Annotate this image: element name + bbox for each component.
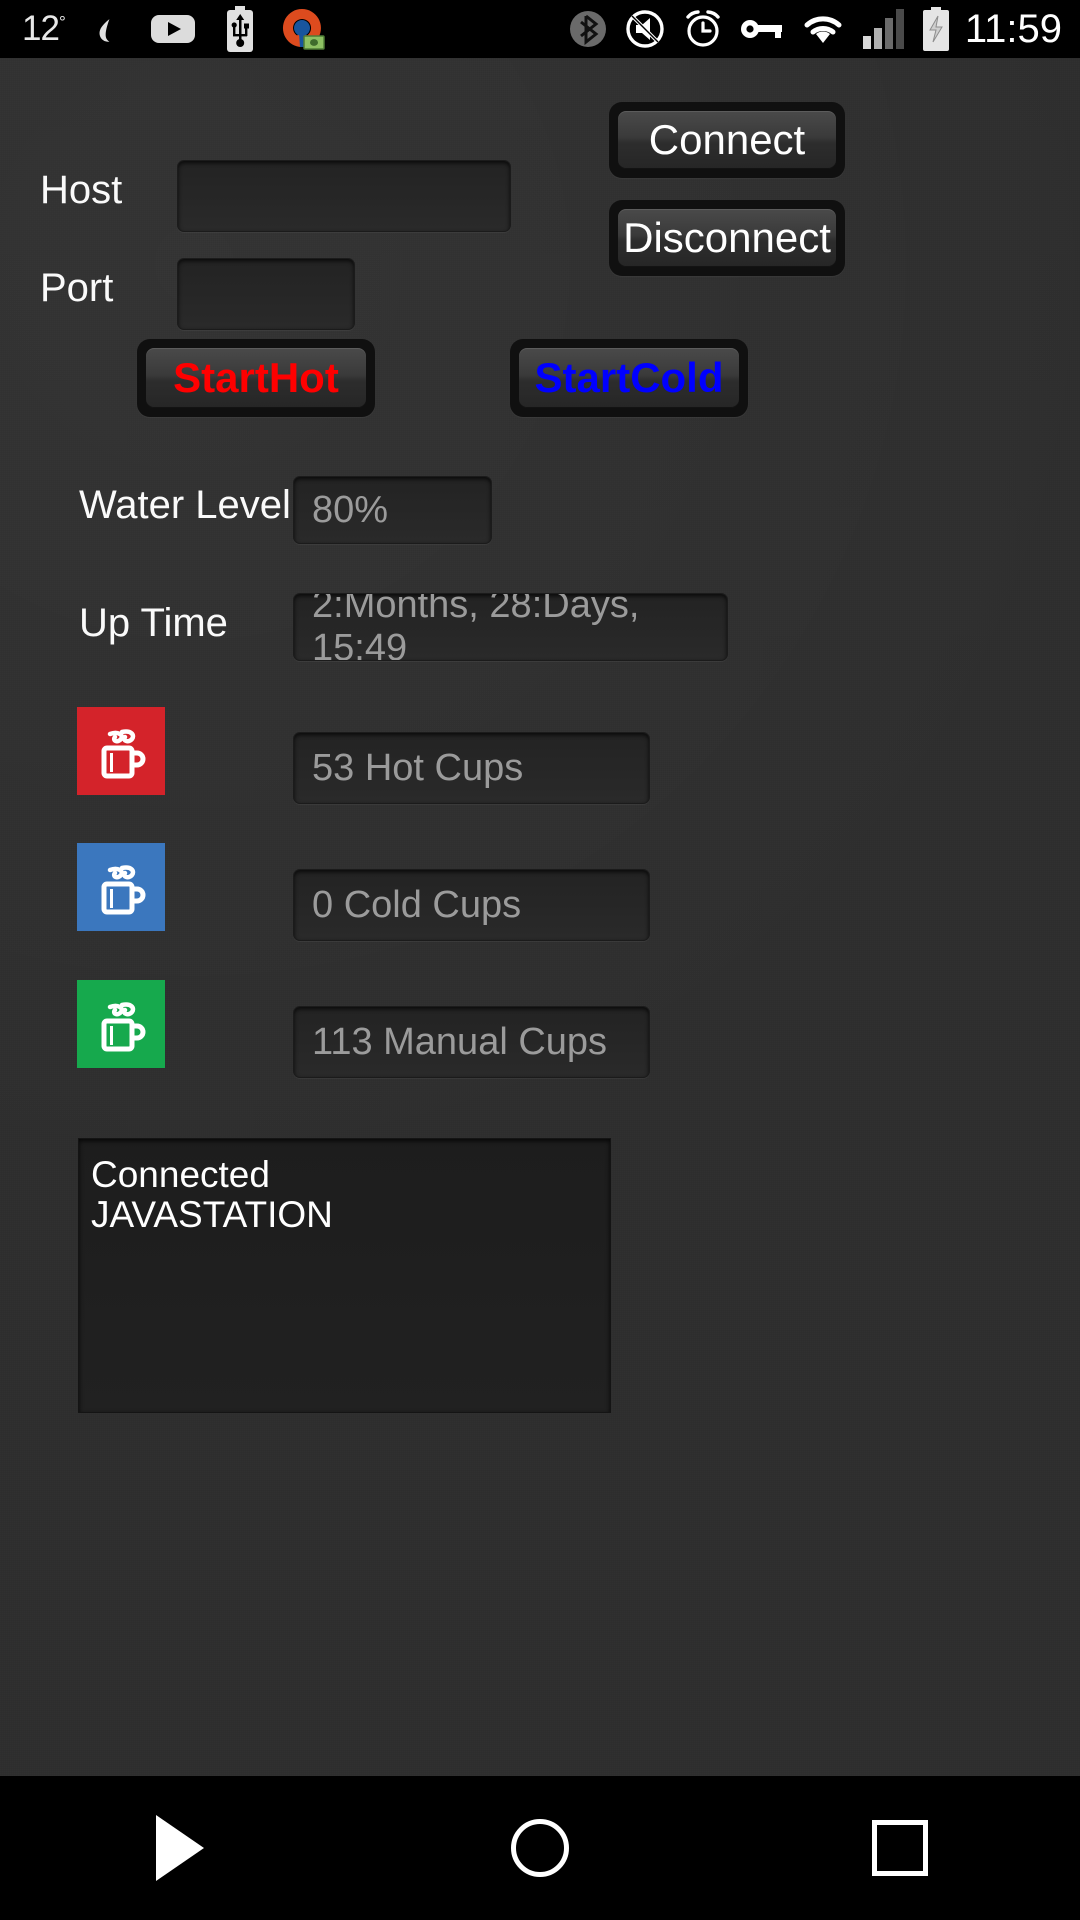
home-circle-icon xyxy=(511,1819,569,1877)
vpn-key-icon xyxy=(739,13,785,45)
water-level-label: Water Level xyxy=(79,483,291,527)
volume-muted-icon xyxy=(623,7,667,51)
bluetooth-icon xyxy=(567,8,609,50)
host-label: Host xyxy=(40,168,123,212)
connect-button[interactable]: Connect xyxy=(609,102,845,178)
start-cold-button-label: StartCold xyxy=(519,348,739,408)
hot-cups-value[interactable]: 53 Hot Cups xyxy=(293,732,650,804)
android-navigation-bar xyxy=(0,1776,1080,1920)
app-content: Host Port Connect Disconnect StartHot St… xyxy=(0,58,1080,1776)
status-bar: 12° 11:59 xyxy=(0,0,1080,58)
cold-cups-value[interactable]: 0 Cold Cups xyxy=(293,869,650,941)
degree-symbol: ° xyxy=(58,12,66,32)
manual-cup-icon xyxy=(77,980,165,1068)
status-bar-left: 12° xyxy=(0,6,325,52)
disconnect-button-label: Disconnect xyxy=(618,209,836,267)
uptime-value[interactable]: 2:Months, 28:Days, 15:49 xyxy=(293,593,728,661)
youtube-icon xyxy=(149,11,197,47)
start-cold-button[interactable]: StartCold xyxy=(510,339,748,417)
droplet-icon xyxy=(91,12,125,46)
battery-charging-icon xyxy=(921,7,951,51)
cellular-signal-icon xyxy=(861,8,907,50)
water-level-value[interactable]: 80% xyxy=(293,476,492,544)
start-hot-button-label: StartHot xyxy=(146,348,366,408)
wifi-icon xyxy=(799,9,847,49)
keyhole-money-icon xyxy=(279,6,325,52)
recents-square-icon xyxy=(872,1820,928,1876)
nav-back-button[interactable] xyxy=(100,1776,260,1920)
log-output[interactable]: Connected JAVASTATION xyxy=(78,1138,611,1413)
disconnect-button[interactable]: Disconnect xyxy=(609,200,845,276)
status-bar-right: 11:59 xyxy=(567,7,1080,52)
back-triangle-icon xyxy=(156,1815,204,1881)
log-line-2: JAVASTATION xyxy=(91,1193,333,1235)
connect-button-label: Connect xyxy=(618,111,836,169)
nav-home-button[interactable] xyxy=(460,1776,620,1920)
usb-battery-icon xyxy=(223,6,257,52)
nav-recents-button[interactable] xyxy=(820,1776,980,1920)
uptime-label: Up Time xyxy=(79,601,228,645)
temperature-indicator: 12° xyxy=(22,9,66,48)
port-label: Port xyxy=(40,266,114,310)
hot-cup-icon xyxy=(77,707,165,795)
start-hot-button[interactable]: StartHot xyxy=(137,339,375,417)
log-line-1: Connected xyxy=(91,1154,270,1195)
host-input[interactable] xyxy=(177,160,511,232)
cold-cup-icon xyxy=(77,843,165,931)
manual-cups-value[interactable]: 113 Manual Cups xyxy=(293,1006,650,1078)
clock: 11:59 xyxy=(964,6,1062,51)
port-input[interactable] xyxy=(177,258,355,330)
alarm-clock-icon xyxy=(681,7,725,51)
